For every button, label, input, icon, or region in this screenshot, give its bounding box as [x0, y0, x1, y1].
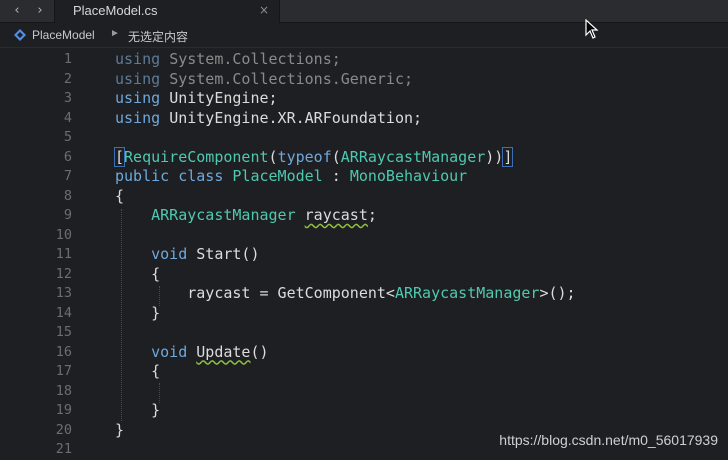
code-line-14: } — [151, 303, 161, 322]
tab-title: PlaceModel.cs — [73, 3, 158, 18]
line-number: 5 — [63, 129, 72, 145]
code-area[interactable]: using System.Collections; using System.C… — [113, 48, 715, 460]
code-line-12: { — [151, 264, 161, 283]
code-line-4: using UnityEngine.XR.ARFoundation; — [115, 108, 423, 127]
line-number: 17 — [55, 363, 72, 379]
line-number: 15 — [55, 324, 72, 340]
line-number: 1 — [63, 51, 72, 67]
line-number: 21 — [55, 441, 72, 457]
line-number: 2 — [63, 70, 72, 87]
class-icon — [14, 29, 26, 41]
line-number-gutter: 1 2 3 4 5 6 7 8 9 10 11 12 13 14 15 16 1… — [0, 48, 88, 460]
watermark: https://blog.csdn.net/m0_56017939 — [499, 432, 718, 448]
code-line-2: using System.Collections.Generic; — [115, 69, 414, 88]
line-number: 3 — [63, 90, 72, 106]
tab-placemodel-cs[interactable]: PlaceModel.cs × — [54, 0, 280, 23]
back-chevron-icon[interactable]: ‹ — [8, 2, 26, 20]
indent-guide — [159, 383, 160, 403]
breadcrumb-separator-icon: ► — [110, 28, 120, 39]
line-number: 7 — [63, 168, 72, 184]
code-line-7: public class PlaceModel : MonoBehaviour — [115, 167, 468, 185]
code-line-11: void Start() — [151, 245, 260, 263]
breadcrumb-item-placemodel[interactable]: PlaceModel — [32, 28, 95, 42]
line-number: 4 — [63, 109, 72, 126]
line-number: 8 — [63, 187, 72, 204]
line-number: 6 — [63, 148, 72, 165]
line-number: 11 — [55, 246, 72, 262]
code-line-1: using System.Collections; — [115, 50, 341, 68]
line-number: 19 — [55, 402, 72, 418]
code-line-19: } — [151, 401, 161, 419]
line-number: 14 — [55, 304, 72, 321]
line-number: 10 — [55, 226, 72, 243]
close-icon[interactable]: × — [259, 3, 269, 17]
line-number: 13 — [55, 285, 72, 301]
code-line-8: { — [115, 186, 125, 205]
tab-bar: ‹ › PlaceModel.cs × — [0, 0, 728, 23]
line-number: 12 — [55, 265, 72, 282]
code-line-9: ARRaycastManager raycast; — [151, 206, 377, 224]
mouse-pointer-icon — [585, 19, 599, 39]
breadcrumb: PlaceModel ► 无选定内容 — [0, 23, 728, 48]
line-number: 20 — [55, 421, 72, 438]
code-line-13: raycast = GetComponent<ARRaycastManager>… — [187, 284, 576, 302]
breadcrumb-selection[interactable]: 无选定内容 — [128, 28, 188, 45]
code-line-3: using UnityEngine; — [115, 89, 278, 107]
line-number: 18 — [55, 382, 72, 399]
code-line-6: [RequireComponent(typeof(ARRaycastManage… — [113, 146, 514, 167]
line-number: 16 — [55, 343, 72, 360]
code-line-16: void Update() — [151, 342, 269, 361]
line-number: 9 — [63, 207, 72, 223]
code-line-20: } — [115, 420, 125, 439]
code-editor[interactable]: 1 2 3 4 5 6 7 8 9 10 11 12 13 14 15 16 1… — [0, 48, 728, 460]
forward-chevron-icon[interactable]: › — [31, 2, 49, 20]
code-line-17: { — [151, 362, 161, 380]
